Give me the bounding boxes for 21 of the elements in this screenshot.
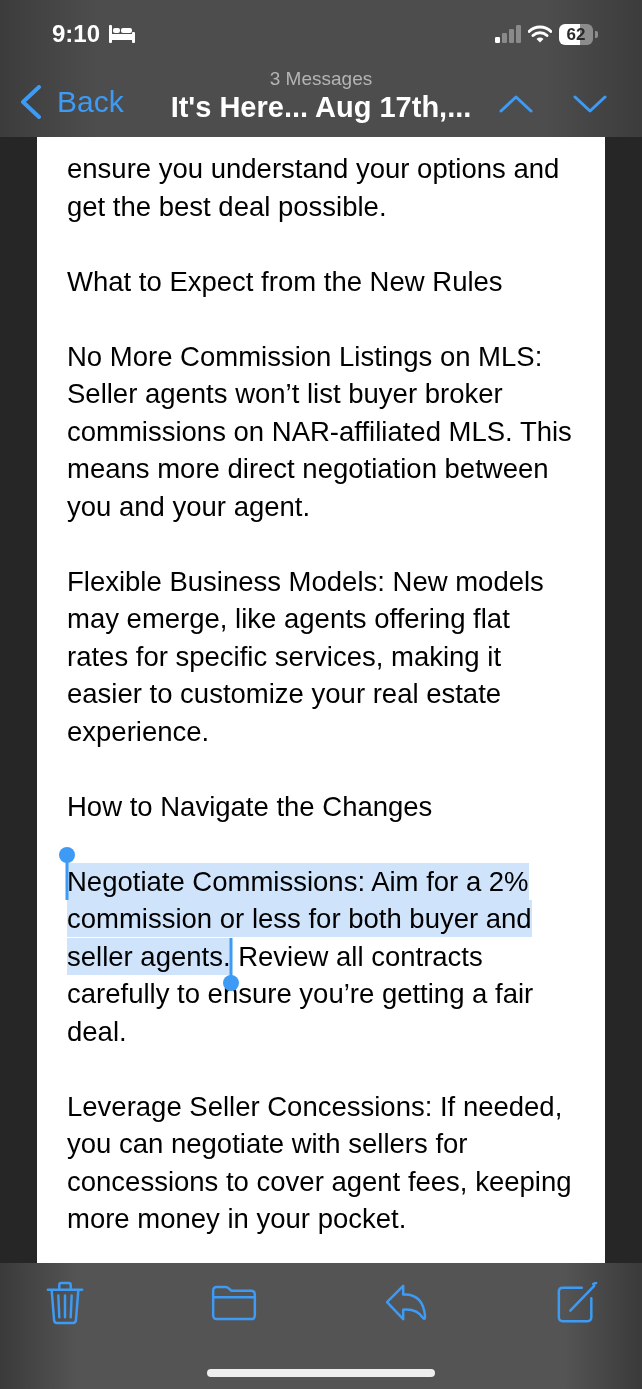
status-time: 9:10 — [52, 20, 101, 48]
message-paragraph: ensure you understand your options and get the best deal possible. — [67, 152, 561, 224]
thread-title: It's Here... Aug 17th,... — [170, 90, 472, 124]
signal-bars-icon — [495, 25, 521, 43]
trash-icon[interactable] — [46, 1280, 84, 1325]
message-paragraph: What to Expect from the New Rules — [67, 264, 504, 299]
message-count: 3 Messages — [269, 68, 373, 90]
chevron-down-icon[interactable] — [573, 95, 607, 113]
back-button[interactable]: Back — [0, 85, 124, 119]
chevron-left-icon — [20, 85, 42, 119]
wifi-icon — [528, 25, 552, 43]
battery-indicator: 62 — [559, 23, 598, 45]
compose-icon[interactable] — [556, 1281, 598, 1324]
chevron-up-icon[interactable] — [499, 95, 533, 113]
message-paragraph: No More Commission Listings on MLS: Seller agents won’t list buyer broker commissions on NAR-affiliated MLS. This means more direct negotiation between you and your agent. — [67, 339, 573, 524]
bed-icon — [109, 25, 136, 43]
message-paragraph: Flexible Business Models: New models may emerge, like agents offering flat rates for specific services, making it easier to customize your real estate experience. — [67, 564, 545, 749]
folder-icon[interactable] — [211, 1284, 258, 1321]
reply-icon[interactable] — [384, 1283, 429, 1322]
message-paragraph: Leverage Seller Concessions: If needed, you can negotiate with sellers for concessions to cover agent fees, keeping more money in your pocket. — [67, 1089, 573, 1236]
message-paragraph: How to Navigate the Changes — [67, 789, 434, 824]
